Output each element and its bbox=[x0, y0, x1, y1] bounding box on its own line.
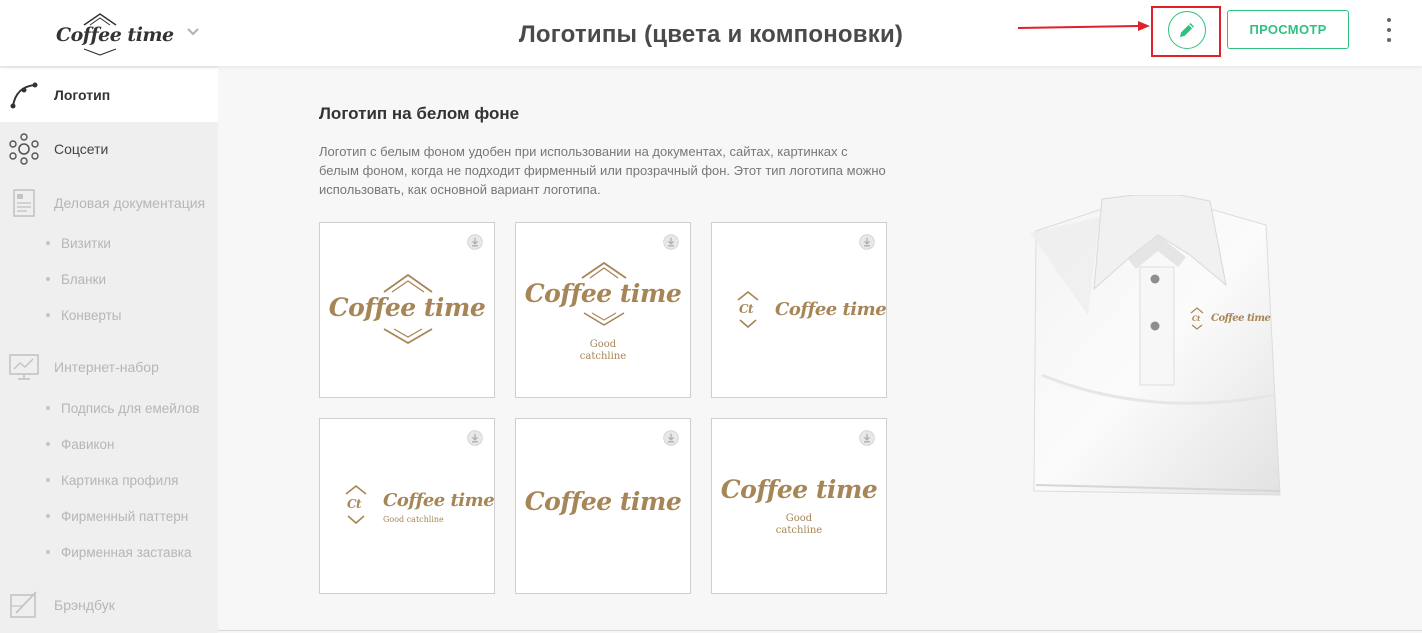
logo-card[interactable]: Coffee time bbox=[515, 418, 691, 594]
polo-shirt-image bbox=[1030, 194, 1281, 496]
sidebar-item-label: Логотип bbox=[54, 87, 111, 103]
more-menu-icon[interactable] bbox=[1380, 18, 1398, 42]
logo-card[interactable]: Coffee time bbox=[319, 222, 495, 398]
sidebar: Логотип Соцсети Деловая документация Виз… bbox=[0, 66, 218, 633]
logo-wordmark: Coffee time bbox=[328, 293, 486, 322]
logo-monogram: Ct bbox=[739, 302, 754, 316]
sidebar-subitem-brand-pattern[interactable]: Фирменный паттерн bbox=[46, 504, 188, 528]
shirt-logo-wordmark: Coffee time bbox=[1211, 313, 1271, 324]
logo-curve-icon bbox=[10, 82, 38, 109]
logo-wordmark: Coffee time bbox=[383, 490, 495, 511]
sidebar-subitem-business-cards[interactable]: Визитки bbox=[46, 231, 111, 255]
logo-wordmark: Coffee time bbox=[720, 475, 878, 504]
sidebar-subitem-brand-splash[interactable]: Фирменная заставка bbox=[46, 540, 191, 564]
polo-shirt-mockup: Ct Coffee time bbox=[1030, 194, 1282, 501]
sidebar-item-label: Деловая документация bbox=[54, 195, 206, 211]
annotation-arrow-icon bbox=[1017, 21, 1150, 31]
download-icon[interactable] bbox=[467, 430, 483, 446]
brand-underline-icon bbox=[83, 48, 117, 56]
logo-chevron-icon bbox=[583, 312, 625, 326]
shirt-logo-monogram: Ct bbox=[1192, 314, 1200, 323]
sidebar-subitem-envelopes[interactable]: Конверты bbox=[46, 303, 121, 327]
pencil-icon bbox=[1180, 23, 1194, 37]
sidebar-item-brandbook[interactable]: Брэндбук bbox=[0, 578, 218, 632]
preview-button[interactable]: ПРОСМОТР bbox=[1227, 10, 1349, 49]
monitor-icon bbox=[9, 354, 39, 380]
logo-card[interactable]: Coffee time Good catchline bbox=[711, 418, 887, 594]
download-icon[interactable] bbox=[467, 234, 483, 250]
sidebar-item-internet-set[interactable]: Интернет-набор bbox=[0, 340, 218, 394]
section-title: Логотип на белом фоне bbox=[319, 104, 520, 123]
logo-mountain-icon bbox=[383, 273, 433, 293]
download-icon[interactable] bbox=[663, 430, 679, 446]
logo-wordmark: Coffee time bbox=[524, 487, 682, 516]
download-icon[interactable] bbox=[859, 430, 875, 446]
edit-button[interactable] bbox=[1168, 11, 1206, 49]
sidebar-item-label: Брэндбук bbox=[54, 597, 115, 613]
logo-card[interactable]: Ct Coffee time Good catchline bbox=[319, 418, 495, 594]
sidebar-subitem-letterheads[interactable]: Бланки bbox=[46, 267, 106, 291]
logo-card[interactable]: Coffee time Good catchline bbox=[515, 222, 691, 398]
logo-chevron-icon bbox=[383, 328, 433, 345]
brandbook-icon bbox=[10, 591, 37, 618]
sidebar-item-label: Интернет-набор bbox=[54, 359, 159, 375]
logo-catchline: Good catchline bbox=[383, 515, 444, 524]
logo-wordmark: Coffee time bbox=[775, 299, 887, 320]
section-description: Логотип с белым фоном удобен при использ… bbox=[319, 144, 886, 197]
sidebar-subitem-profile-picture[interactable]: Картинка профиля bbox=[46, 468, 178, 492]
logo-catchline: Good catchline bbox=[775, 513, 823, 536]
logo-catchline: Good catchline bbox=[579, 339, 627, 362]
download-icon[interactable] bbox=[663, 234, 679, 250]
logo-card[interactable]: Ct Coffee time bbox=[711, 222, 887, 398]
logo-mountain-icon bbox=[581, 261, 627, 279]
social-network-icon bbox=[9, 133, 39, 165]
sidebar-item-label: Соцсети bbox=[54, 141, 109, 157]
sidebar-subitem-email-signature[interactable]: Подпись для емейлов bbox=[46, 396, 200, 420]
document-icon bbox=[13, 189, 35, 217]
download-icon[interactable] bbox=[859, 234, 875, 250]
logo-wordmark: Coffee time bbox=[524, 279, 682, 308]
top-bar: Coffee time Логотипы (цвета и компоновки… bbox=[0, 0, 1422, 66]
sidebar-item-logo[interactable]: Логотип bbox=[0, 68, 218, 122]
app: Coffee time Логотипы (цвета и компоновки… bbox=[0, 0, 1422, 633]
logo-monogram: Ct bbox=[347, 497, 362, 511]
sidebar-item-social[interactable]: Соцсети bbox=[0, 122, 218, 176]
sidebar-subitem-favicon[interactable]: Фавикон bbox=[46, 432, 115, 456]
divider bbox=[218, 630, 1422, 631]
sidebar-item-business-docs[interactable]: Деловая документация bbox=[0, 176, 218, 230]
